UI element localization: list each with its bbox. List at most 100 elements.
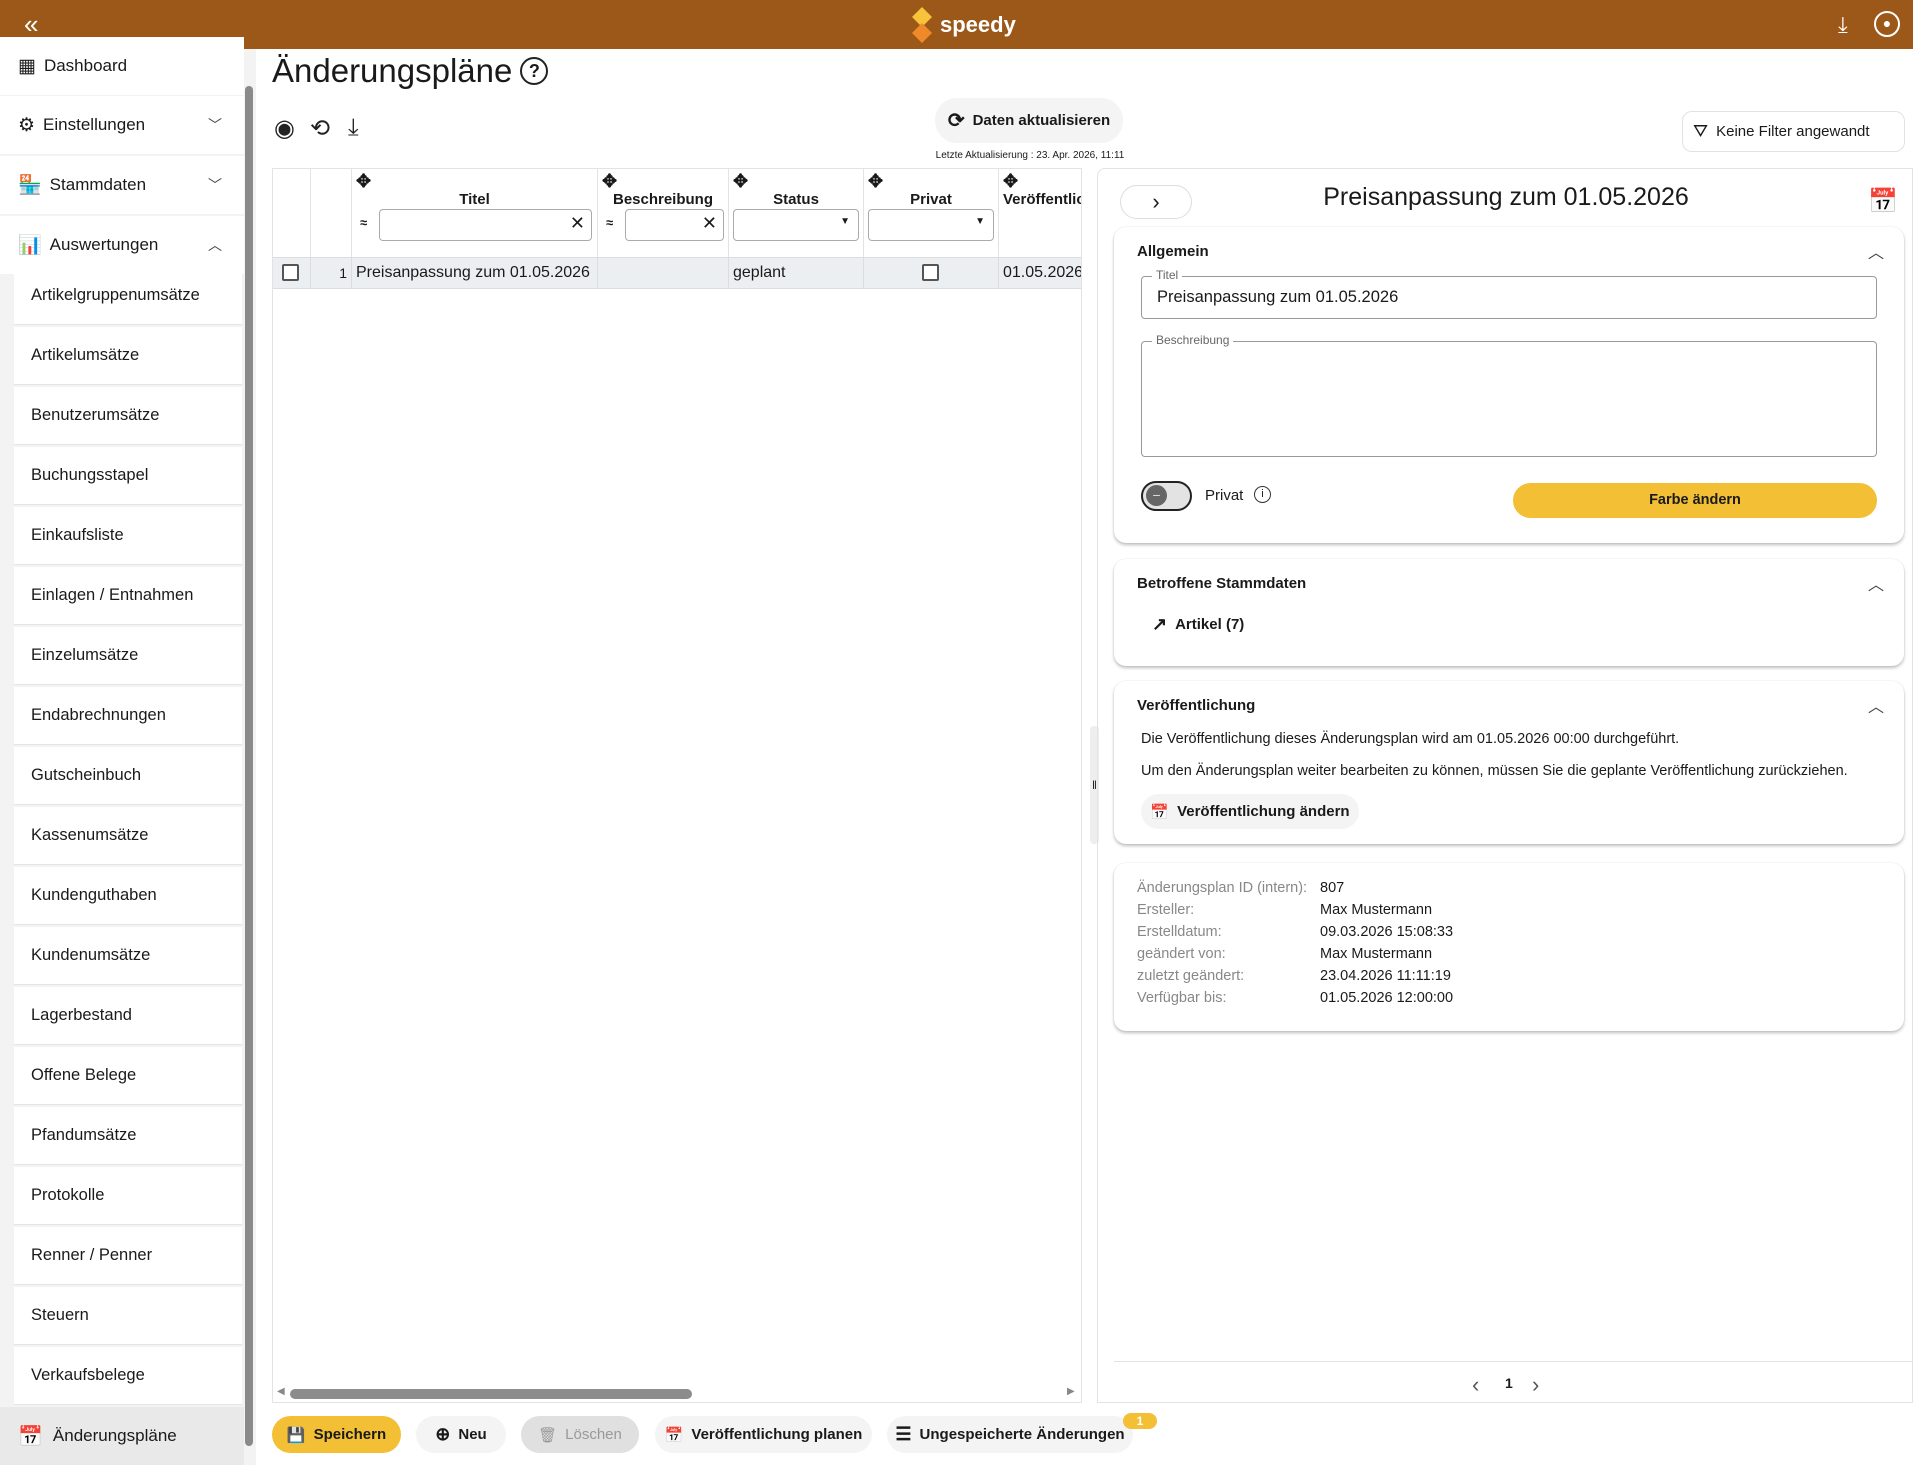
prev-page-icon[interactable]: ‹ bbox=[1472, 1372, 1479, 1398]
sidebar-subitem[interactable]: Kundenumsätze bbox=[14, 927, 242, 985]
sidebar-item-label: Einstellungen bbox=[43, 115, 146, 134]
titel-field[interactable]: Titel Preisanpassung zum 01.05.2026 bbox=[1141, 268, 1877, 319]
sidebar-subitem[interactable]: Lagerbestand bbox=[14, 987, 242, 1045]
titel-filter-input[interactable]: ✕ bbox=[379, 209, 592, 241]
move-icon[interactable]: ✥ bbox=[1003, 171, 1018, 192]
move-icon[interactable]: ✥ bbox=[602, 171, 617, 192]
reset-settings-icon[interactable]: ⟲ bbox=[310, 114, 330, 143]
info-icon[interactable]: i bbox=[1254, 486, 1271, 503]
metadata-row: geändert von: Max Mustermann bbox=[1137, 943, 1453, 965]
move-icon[interactable]: ✥ bbox=[868, 171, 883, 192]
clear-icon[interactable]: ✕ bbox=[570, 213, 585, 234]
sidebar-subitem[interactable]: Kundenguthaben bbox=[14, 867, 242, 925]
calendar-clock-icon[interactable]: 📅 bbox=[1868, 187, 1898, 216]
brand-name: speedy bbox=[940, 12, 1016, 37]
new-button[interactable]: ⊕ Neu bbox=[416, 1416, 506, 1453]
help-icon[interactable]: ? bbox=[520, 57, 549, 85]
cell-beschreibung[interactable] bbox=[598, 258, 729, 288]
scroll-left-icon[interactable]: ◀ bbox=[277, 1386, 285, 1397]
sidebar-subitem[interactable]: Artikelumsätze bbox=[14, 327, 242, 385]
privat-checkbox[interactable] bbox=[922, 264, 939, 281]
change-publication-button[interactable]: 📅 Veröffentlichung ändern bbox=[1141, 794, 1359, 829]
refresh-icon: ⟳ bbox=[947, 110, 965, 132]
sidebar-item-aenderungsplaene[interactable]: 📅 Änderungspläne bbox=[0, 1407, 244, 1465]
move-icon[interactable]: ✥ bbox=[733, 171, 748, 192]
delete-button[interactable]: 🗑 Löschen bbox=[521, 1416, 639, 1453]
change-color-button[interactable]: Farbe ändern bbox=[1513, 483, 1877, 518]
chevron-up-icon[interactable]: ︿ bbox=[1868, 693, 1884, 717]
sidebar-subitem[interactable]: Pfandumsätze bbox=[14, 1107, 242, 1165]
download-icon[interactable]: ⤓ bbox=[1838, 0, 1848, 49]
chevron-up-icon[interactable]: ︿ bbox=[1868, 239, 1884, 263]
clear-icon[interactable]: ✕ bbox=[702, 213, 717, 234]
sidebar-subitem[interactable]: Gutscheinbuch bbox=[14, 747, 242, 805]
refresh-data-button[interactable]: ⟳ Daten aktualisieren bbox=[935, 98, 1123, 143]
sidebar-subitem[interactable]: Verkaufsbelege bbox=[14, 1347, 242, 1405]
gear-icon: ⚙ bbox=[18, 114, 36, 136]
metadata-label: Verfügbar bis: bbox=[1137, 990, 1227, 1006]
metadata-row: zuletzt geändert: 23.04.2026 11:11:19 bbox=[1137, 965, 1453, 987]
unsaved-changes-button[interactable]: ☰ Ungespeicherte Änderungen bbox=[887, 1416, 1133, 1453]
page-number[interactable]: 1 bbox=[1505, 1375, 1513, 1391]
trash-icon: 🗑 bbox=[538, 1426, 558, 1444]
sidebar: ▦ Dashboard ⚙ Einstellungen ﹀ 🏪 Stammdaten ﹀ 📊 Au… bbox=[0, 37, 256, 1465]
metadata-value: 807 bbox=[1320, 880, 1345, 896]
sidebar-subitem[interactable]: Steuern bbox=[14, 1287, 242, 1345]
table-row[interactable]: 1 Preisanpassung zum 01.05.2026 geplant … bbox=[273, 257, 1081, 289]
cell-titel[interactable]: Preisanpassung zum 01.05.2026 bbox=[352, 258, 598, 288]
row-checkbox[interactable] bbox=[282, 264, 299, 281]
filter-button[interactable]: ⛛ Keine Filter angewandt bbox=[1682, 111, 1905, 152]
chevron-icon[interactable]: ﹀ bbox=[208, 175, 222, 195]
sidebar-subitem[interactable]: Endabrechnungen bbox=[14, 687, 242, 745]
sidebar-subitem[interactable]: Einlagen / Entnahmen bbox=[14, 567, 242, 625]
dropdown-icon: ▼ bbox=[840, 216, 850, 227]
download-icon[interactable]: ⤓ bbox=[348, 114, 359, 142]
beschreibung-filter-input[interactable]: ✕ bbox=[625, 209, 724, 241]
sidebar-subitem[interactable]: Benutzerumsätze bbox=[14, 387, 242, 445]
horizontal-scrollbar[interactable] bbox=[290, 1389, 692, 1399]
eye-icon[interactable]: ◉ bbox=[274, 114, 295, 143]
column-header-status[interactable]: ✥ Status ▼ bbox=[729, 169, 864, 257]
next-page-icon[interactable]: › bbox=[1532, 1372, 1539, 1398]
filter-mode-icon[interactable]: ≈ bbox=[360, 215, 367, 230]
column-header-privat[interactable]: ✥ Privat ▼ bbox=[864, 169, 999, 257]
sidebar-subitem[interactable]: Kassenumsätze bbox=[14, 807, 242, 865]
cell-veroeffentlichung[interactable]: 01.05.2026 bbox=[999, 258, 1081, 288]
account-circle-icon[interactable]: ● bbox=[1874, 11, 1900, 37]
sidebar-item-dashboard[interactable]: ▦ Dashboard bbox=[0, 37, 244, 95]
scroll-right-icon[interactable]: ▶ bbox=[1067, 1386, 1075, 1397]
column-header-veroeffentlichung[interactable]: ✥Veröffentlichung bbox=[999, 169, 1081, 257]
sidebar-item-stammdaten[interactable]: 🏪 Stammdaten ﹀ bbox=[0, 156, 244, 214]
sidebar-subitem[interactable]: Einkaufsliste bbox=[14, 507, 242, 565]
sidebar-subitem[interactable]: Offene Belege bbox=[14, 1047, 242, 1105]
card-metadata: Änderungsplan ID (intern): 807 Ersteller: M… bbox=[1114, 863, 1904, 1031]
card-betroffene-stammdaten: Betroffene Stammdaten ︿ ↗ Artikel (7) bbox=[1114, 559, 1904, 666]
privat-toggle[interactable]: − bbox=[1141, 481, 1192, 511]
artikel-link[interactable]: ↗ Artikel (7) bbox=[1152, 614, 1244, 635]
status-filter-select[interactable]: ▼ bbox=[733, 209, 859, 241]
column-header-beschreibung[interactable]: ✥ Beschreibung ≈ ✕ bbox=[598, 169, 729, 257]
calendar-clock-icon: 📅 bbox=[664, 1426, 684, 1444]
beschreibung-field[interactable]: Beschreibung bbox=[1141, 333, 1877, 457]
sidebar-item-einstellungen[interactable]: ⚙ Einstellungen ﹀ bbox=[0, 96, 244, 154]
chevron-icon[interactable]: ﹀ bbox=[208, 115, 222, 135]
metadata-row: Ersteller: Max Mustermann bbox=[1137, 899, 1453, 921]
cell-status[interactable]: geplant bbox=[729, 258, 864, 288]
sidebar-subitem[interactable]: Protokolle bbox=[14, 1167, 242, 1225]
save-button[interactable]: 💾 Speichern bbox=[272, 1416, 401, 1453]
chevron-icon[interactable]: ︿ bbox=[208, 235, 222, 255]
move-icon[interactable]: ✥ bbox=[356, 171, 371, 192]
sidebar-subitem[interactable]: Einzelumsätze bbox=[14, 627, 242, 685]
column-header-titel[interactable]: ✥ Titel ≈ ✕ bbox=[352, 169, 598, 257]
sidebar-subitem[interactable]: Buchungsstapel bbox=[14, 447, 242, 505]
sidebar-subitem[interactable]: Artikelgruppenumsätze bbox=[14, 267, 242, 325]
sidebar-subitem[interactable]: Renner / Penner bbox=[14, 1227, 242, 1285]
dropdown-icon: ▼ bbox=[975, 216, 985, 227]
sidebar-item-auswertungen[interactable]: 📊 Auswertungen ︿ bbox=[0, 216, 244, 274]
sidebar-scrollbar[interactable] bbox=[245, 86, 253, 1446]
privat-filter-select[interactable]: ▼ bbox=[868, 209, 994, 241]
chevron-up-icon[interactable]: ︿ bbox=[1868, 571, 1884, 595]
filter-mode-icon[interactable]: ≈ bbox=[606, 215, 613, 230]
schedule-publication-button[interactable]: 📅 Veröffentlichung planen bbox=[655, 1416, 872, 1453]
card-veroeffentlichung: Veröffentlichung ︿ Die Veröffentlichung … bbox=[1114, 681, 1904, 844]
